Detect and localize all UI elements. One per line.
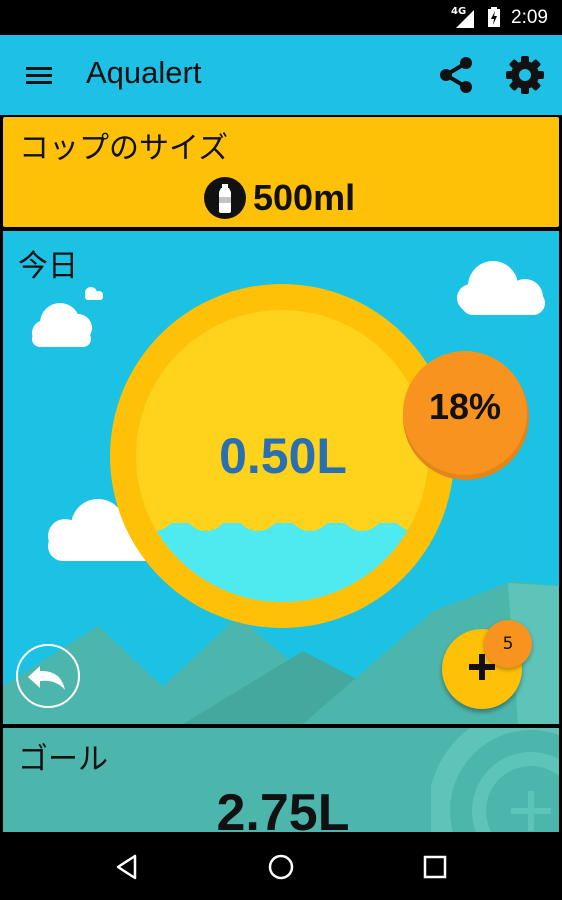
add-goal-icon[interactable] — [431, 728, 559, 838]
cloud-icon — [32, 303, 92, 347]
goal-label: ゴール — [18, 742, 108, 777]
app-bar: Aqualert — [0, 35, 562, 115]
cup-size-label: コップのサイズ — [19, 131, 229, 166]
recents-icon[interactable] — [420, 852, 450, 882]
cup-size-value: 500ml — [253, 177, 356, 218]
goal-value: 2.75L — [216, 784, 350, 838]
battery-icon — [488, 7, 500, 27]
back-icon[interactable] — [113, 852, 143, 882]
today-card: 今日 0.50L 18% 5 — [3, 231, 559, 724]
cup-size-card[interactable]: コップのサイズ 500ml — [3, 117, 559, 227]
goal-card[interactable]: ゴール 2.75L — [3, 728, 559, 838]
today-total: 0.50L — [219, 428, 347, 484]
gear-icon[interactable] — [504, 54, 546, 96]
bottle-icon — [204, 177, 246, 219]
add-count-badge: 5 — [484, 620, 532, 668]
undo-button[interactable] — [16, 644, 80, 708]
navigation-bar — [0, 832, 562, 900]
clock: 2:09 — [511, 7, 548, 28]
app-title: Aqualert — [86, 55, 202, 90]
menu-icon[interactable] — [24, 61, 54, 89]
home-icon[interactable] — [266, 852, 296, 882]
cloud-icon — [457, 261, 545, 315]
today-label: 今日 — [18, 249, 78, 284]
undo-icon — [28, 666, 65, 690]
cloud-icon — [85, 287, 103, 300]
signal-icon — [456, 10, 474, 28]
today-percent: 18% — [428, 386, 502, 427]
share-icon[interactable] — [436, 55, 476, 95]
status-bar: 4G 2:09 — [0, 0, 562, 35]
